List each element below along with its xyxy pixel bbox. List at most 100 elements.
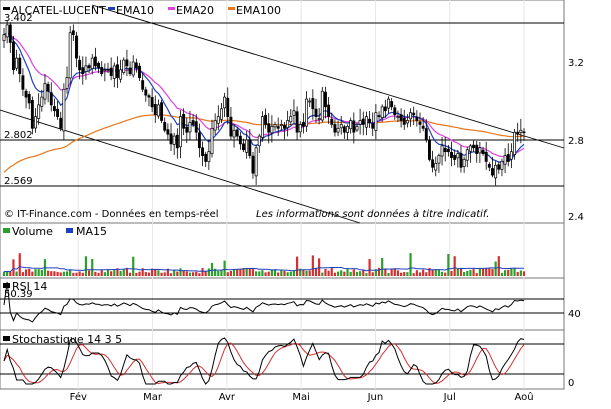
- legend-swatch-ema20: [168, 7, 175, 10]
- volume-bar-41: [132, 256, 135, 276]
- volume-bar-82: [261, 270, 264, 276]
- volume-bar-84: [267, 271, 270, 276]
- volume-bar-126: [399, 272, 403, 276]
- x-label-3: Mai: [292, 392, 310, 403]
- volume-bar-10: [34, 269, 37, 276]
- volume-bar-151: [478, 268, 481, 276]
- legend-label-rsi: RSI 14: [12, 280, 47, 293]
- volume-bar-139: [440, 271, 444, 276]
- x-label-5: Jul: [443, 392, 456, 403]
- volume-bar-15: [50, 271, 53, 276]
- candle-101: [320, 86, 324, 123]
- volume-bar-104: [330, 268, 333, 276]
- price-tick-2-8: 2.8: [568, 136, 584, 147]
- volume-bar-110: [349, 271, 352, 276]
- volume-bar-69: [220, 270, 223, 276]
- volume-bar-55: [176, 271, 179, 276]
- candle-3: [12, 36, 15, 75]
- price-legend: ALCATEL-LUCENT EMA10 EMA20 EMA100: [3, 4, 281, 17]
- volume-bar-101: [321, 272, 324, 276]
- x-label-2: Avr: [219, 392, 236, 403]
- price-panel: [0, 0, 565, 224]
- volume-bar-33: [106, 269, 110, 276]
- x-label-1: Mar: [143, 392, 163, 403]
- volume-bar-66: [210, 262, 214, 276]
- volume-bar-115: [365, 273, 368, 276]
- volume-bar-123: [390, 269, 393, 276]
- legend-label-ema100: EMA100: [236, 4, 281, 17]
- disclaimer-text: Les informations sont données à titre in…: [256, 208, 489, 220]
- volume-bar-160: [507, 269, 510, 276]
- stoch-tick-0: 0: [568, 378, 574, 389]
- volume-bar-162: [513, 268, 516, 276]
- level-label-low: 2.569: [4, 176, 33, 187]
- volume-bar-78: [248, 268, 251, 276]
- volume-bar-68: [217, 270, 220, 276]
- volume-bar-99: [314, 268, 318, 276]
- stochastic-legend: Stochastique 14 3 5: [3, 333, 122, 346]
- candle-50: [160, 99, 164, 124]
- volume-bar-38: [122, 269, 125, 276]
- legend-label-ema20: EMA20: [176, 4, 214, 17]
- volume-bar-97: [308, 270, 311, 276]
- volume-bar-164: [519, 270, 522, 276]
- volume-bar-152: [481, 268, 485, 276]
- legend-label-ema10: EMA10: [116, 4, 154, 17]
- legend-swatch-stochastic: [3, 336, 10, 341]
- volume-bar-127: [403, 272, 406, 276]
- price-tick-3-2: 3.2: [568, 58, 584, 69]
- volume-bar-113: [359, 271, 362, 276]
- volume-bar-125: [396, 270, 400, 276]
- volume-bar-119: [377, 267, 381, 276]
- candle-21: [68, 25, 72, 85]
- volume-bar-109: [346, 269, 349, 276]
- volume-bar-40: [128, 272, 132, 276]
- volume-bar-62: [198, 273, 201, 276]
- volume-bar-107: [340, 270, 343, 276]
- volume-bar-154: [488, 268, 491, 276]
- volume-bar-153: [485, 268, 488, 276]
- volume-bar-6: [21, 272, 25, 276]
- volume-bar-54: [173, 269, 176, 276]
- volume-bar-20: [65, 271, 69, 276]
- volume-bar-133: [422, 269, 425, 276]
- volume-bar-159: [503, 270, 507, 276]
- volume-bar-111: [352, 269, 355, 276]
- legend-swatch-alcatel: [3, 7, 10, 10]
- volume-bar-1: [6, 271, 9, 276]
- volume-bar-112: [355, 271, 359, 276]
- volume-bar-138: [437, 269, 441, 276]
- volume-bar-93: [295, 256, 299, 276]
- volume-bar-58: [185, 271, 188, 276]
- legend-swatch-volume: [3, 228, 10, 233]
- volume-bar-122: [387, 272, 390, 276]
- volume-bar-8: [28, 268, 31, 276]
- volume-bar-134: [425, 272, 428, 276]
- volume-bar-149: [472, 269, 475, 276]
- volume-bar-117: [371, 272, 374, 276]
- volume-bar-21: [69, 269, 72, 276]
- volume-bar-145: [459, 268, 463, 276]
- volume-bar-34: [110, 271, 113, 276]
- volume-bar-114: [362, 269, 365, 276]
- volume-bar-146: [463, 271, 466, 276]
- volume-bar-100: [318, 258, 321, 276]
- volume-bar-29: [94, 271, 97, 276]
- volume-bar-108: [343, 271, 346, 276]
- volume-bar-43: [138, 271, 141, 276]
- volume-bar-81: [258, 271, 261, 276]
- volume-bar-130: [412, 273, 415, 276]
- volume-bar-143: [453, 256, 456, 276]
- legend-swatch-ema10: [108, 7, 115, 10]
- volume-bar-70: [223, 260, 226, 276]
- volume-bar-16: [53, 271, 56, 276]
- volume-bar-56: [179, 268, 182, 276]
- legend-label-ma15: MA15: [76, 225, 107, 238]
- volume-bar-142: [450, 270, 453, 276]
- volume-bar-25: [81, 272, 84, 276]
- volume-bar-87: [277, 272, 280, 276]
- volume-bar-75: [239, 269, 242, 276]
- volume-bar-19: [62, 271, 65, 276]
- volume-bar-61: [195, 271, 198, 276]
- volume-bar-155: [491, 269, 494, 276]
